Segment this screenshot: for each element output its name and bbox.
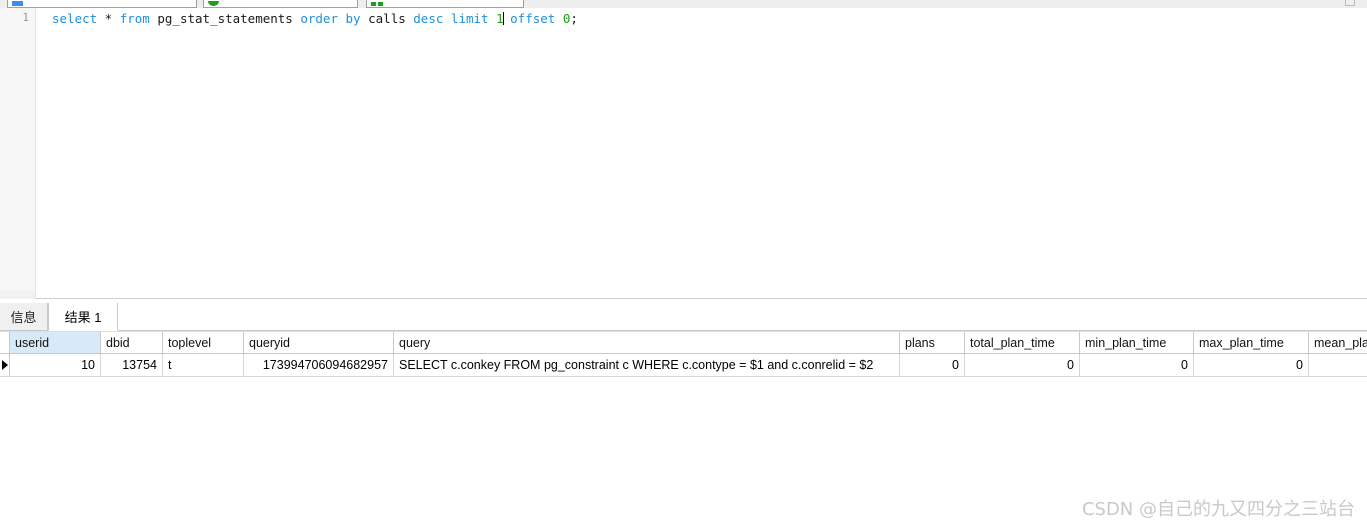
cell-total-plan-time[interactable]: 0: [965, 354, 1080, 376]
current-row-marker-icon: [2, 360, 8, 370]
cell-max-plan-time[interactable]: 0: [1194, 354, 1309, 376]
result-grid[interactable]: userid dbid toplevel queryid query plans total…: [0, 331, 1367, 379]
sql-token: ;: [570, 11, 578, 26]
sql-token: select: [52, 11, 98, 26]
column-header-max-plan-time[interactable]: max_plan_time: [1194, 332, 1309, 353]
cell-plans[interactable]: 0: [900, 354, 965, 376]
column-header-min-plan-time[interactable]: min_plan_time: [1080, 332, 1194, 353]
sql-token: desc: [413, 11, 444, 26]
cell-min-plan-time[interactable]: 0: [1080, 354, 1194, 376]
sql-token: from: [119, 11, 150, 26]
splitter-line: [36, 298, 1367, 299]
leaf-icon: [208, 1, 219, 6]
top-toolbar: [0, 0, 1367, 8]
splitter-gutter: [0, 290, 36, 299]
row-gutter[interactable]: [0, 354, 10, 376]
sql-token: order: [300, 11, 338, 26]
tab-result-1-label: 结果 1: [64, 310, 102, 325]
cell-queryid[interactable]: 173994706094682957: [244, 354, 394, 376]
sql-token: pg_stat_statements: [149, 11, 301, 26]
grid-header-row: userid dbid toplevel queryid query plans total…: [0, 331, 1367, 354]
toolbar-overflow-icon[interactable]: [1345, 0, 1355, 6]
result-tabstrip: 信息 结果 1: [0, 303, 1367, 331]
sql-token: calls: [360, 11, 414, 26]
database-icon: [12, 1, 23, 6]
column-header-plans[interactable]: plans: [900, 332, 965, 353]
cell-userid[interactable]: 10: [10, 354, 101, 376]
column-header-toplevel[interactable]: toplevel: [163, 332, 244, 353]
connection-selector[interactable]: [7, 0, 197, 8]
column-header-query[interactable]: query: [394, 332, 900, 353]
database-selector[interactable]: [203, 0, 358, 8]
tab-info-label: 信息: [10, 310, 37, 325]
column-header-mean-plan[interactable]: mean_plan_: [1309, 332, 1367, 353]
editor-line-gutter: 1: [0, 8, 36, 290]
sql-editor[interactable]: 1 select * from pg_stat_statements order…: [0, 8, 1367, 290]
grid-icon: [371, 1, 385, 6]
watermark: CSDN @自己的九又四分之三站台: [1081, 499, 1355, 520]
cell-mean-plan[interactable]: [1309, 354, 1367, 376]
table-row[interactable]: 10 13754 t 173994706094682957 SELECT c.conke…: [0, 354, 1367, 377]
tab-result-1[interactable]: 结果 1: [48, 303, 118, 331]
tab-info[interactable]: 信息: [0, 303, 48, 331]
grid-header-gutter: [0, 332, 10, 353]
column-header-userid[interactable]: userid: [10, 332, 101, 353]
cell-toplevel[interactable]: t: [163, 354, 244, 376]
cell-dbid[interactable]: 13754: [101, 354, 163, 376]
sql-token: *: [97, 11, 120, 26]
sql-token: limit: [450, 11, 489, 26]
editor-result-splitter[interactable]: [0, 290, 1367, 303]
sql-token: offset: [510, 11, 556, 26]
sql-token: by: [345, 11, 361, 26]
run-selector[interactable]: [366, 0, 524, 8]
column-header-queryid[interactable]: queryid: [244, 332, 394, 353]
column-header-dbid[interactable]: dbid: [101, 332, 163, 353]
line-number: 1: [22, 11, 29, 24]
column-header-total-plan-time[interactable]: total_plan_time: [965, 332, 1080, 353]
sql-code-line[interactable]: select * from pg_stat_statements order b…: [52, 11, 578, 27]
cell-query[interactable]: SELECT c.conkey FROM pg_constraint c WHE…: [394, 354, 900, 376]
